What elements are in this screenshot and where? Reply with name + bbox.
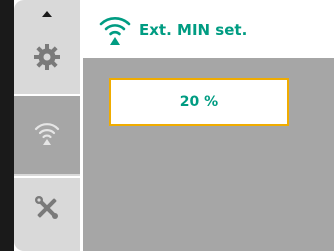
sidebar-item-external[interactable] — [14, 96, 80, 174]
value-field[interactable]: 20 % — [109, 78, 289, 126]
external-signal-icon — [95, 10, 135, 48]
sidebar-item-settings[interactable] — [14, 28, 80, 90]
gear-icon — [33, 43, 61, 75]
sidebar-item-tools[interactable] — [14, 180, 80, 240]
scroll-up-icon[interactable] — [14, 6, 80, 22]
page-title: Ext. MIN set. — [139, 21, 248, 39]
sidebar-divider — [14, 176, 80, 178]
external-signal-icon — [32, 118, 62, 152]
tools-icon — [33, 194, 61, 226]
main-panel: 20 % — [83, 58, 334, 251]
value-text: 20 % — [179, 94, 219, 110]
device-bezel — [0, 0, 14, 251]
sidebar — [14, 0, 80, 251]
header: Ext. MIN set. — [83, 0, 334, 58]
